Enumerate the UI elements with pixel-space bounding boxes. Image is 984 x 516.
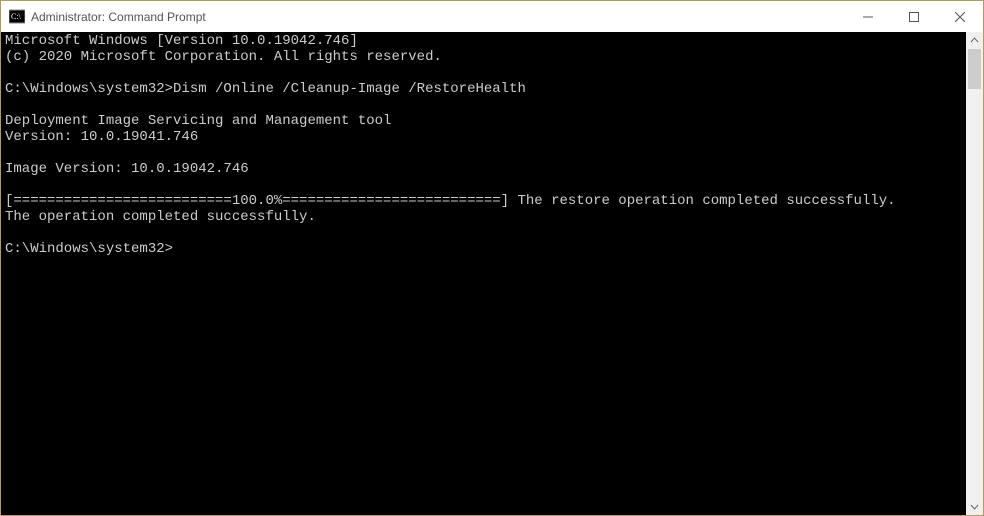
maximize-button[interactable]	[891, 1, 937, 32]
output-line	[5, 65, 966, 81]
output-line: Version: 10.0.19041.746	[5, 129, 966, 145]
output-line: [==========================100.0%=======…	[5, 193, 966, 209]
output-line: (c) 2020 Microsoft Corporation. All righ…	[5, 49, 966, 65]
output-line: C:\Windows\system32>Dism /Online /Cleanu…	[5, 81, 966, 97]
scroll-down-button[interactable]	[966, 498, 983, 515]
svg-text:C:\: C:\	[11, 12, 22, 21]
window-title: Administrator: Command Prompt	[31, 10, 206, 24]
output-line	[5, 225, 966, 241]
client-area: Microsoft Windows [Version 10.0.19042.74…	[1, 32, 983, 515]
terminal-output[interactable]: Microsoft Windows [Version 10.0.19042.74…	[1, 32, 966, 515]
scrollbar-thumb[interactable]	[968, 49, 981, 89]
scroll-up-button[interactable]	[966, 32, 983, 49]
output-line: Image Version: 10.0.19042.746	[5, 161, 966, 177]
output-line: The operation completed successfully.	[5, 209, 966, 225]
prompt-line: C:\Windows\system32>	[5, 241, 966, 257]
output-line	[5, 177, 966, 193]
output-line: Deployment Image Servicing and Managemen…	[5, 113, 966, 129]
command-prompt-window: C:\ Administrator: Command Prompt Micros…	[0, 0, 984, 516]
vertical-scrollbar[interactable]	[966, 32, 983, 515]
close-button[interactable]	[937, 1, 983, 32]
output-line: Microsoft Windows [Version 10.0.19042.74…	[5, 33, 966, 49]
output-line	[5, 97, 966, 113]
output-line	[5, 145, 966, 161]
minimize-button[interactable]	[845, 1, 891, 32]
cmd-icon: C:\	[9, 9, 25, 25]
window-controls	[845, 1, 983, 32]
titlebar[interactable]: C:\ Administrator: Command Prompt	[1, 1, 983, 32]
